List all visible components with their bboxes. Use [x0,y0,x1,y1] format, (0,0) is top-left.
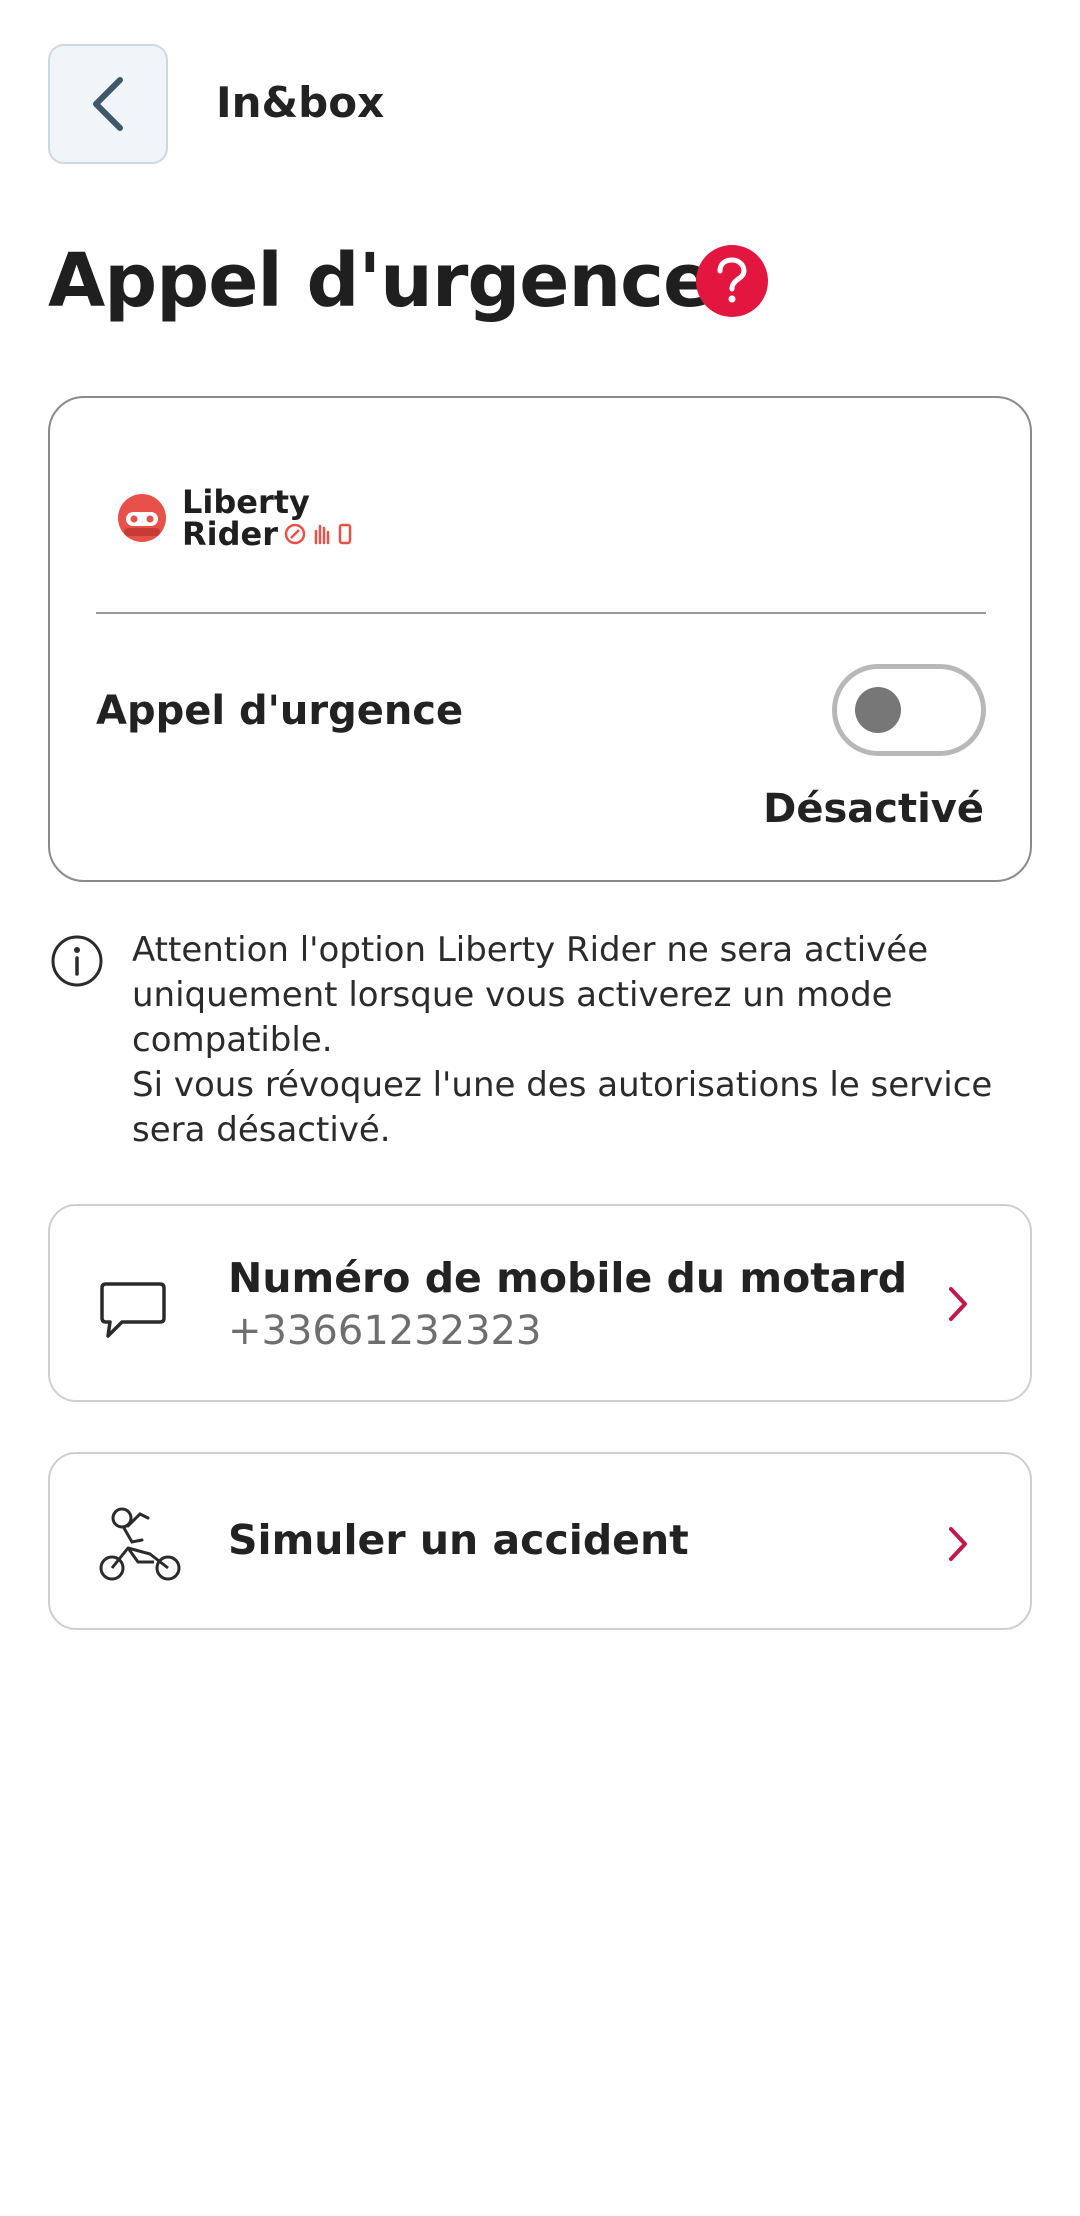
header-title: In&box [216,78,385,127]
chat-bubble-icon [100,1282,166,1338]
motorbike-crash-icon [99,1507,181,1581]
compass-icon [284,523,306,545]
toggle-knob [855,687,901,733]
logo-line2: Rider [182,515,278,553]
rider-phone-title: Numéro de mobile du motard [228,1254,908,1302]
rider-phone-item[interactable]: Numéro de mobile du motard +33661232323 [48,1204,1032,1402]
help-button[interactable] [696,245,768,317]
back-button[interactable] [48,44,168,164]
info-line: compatible. [132,1020,333,1060]
hand-icon [314,524,330,545]
phone-icon [338,523,352,545]
question-icon [717,257,747,303]
liberty-rider-logo: Liberty Rider [116,486,352,550]
toggle-status: Désactivé [763,786,984,832]
rider-phone-value: +33661232323 [228,1308,542,1354]
page-title: Appel d'urgence [48,238,713,324]
emergency-call-card: Liberty Rider Appel d'urgence Désactivé [48,396,1032,882]
info-text: Attention l'option Liberty Rider ne sera… [132,928,1032,1153]
info-line: Attention l'option Liberty Rider ne sera… [132,930,929,970]
simulate-accident-item[interactable]: Simuler un accident [48,1452,1032,1630]
screen: In&box Appel d'urgence Liberty Rider App… [0,0,1080,2216]
helmet-icon [118,494,166,542]
info-line: sera désactivé. [132,1110,391,1150]
info-line: uniquement lorsque vous activerez un mod… [132,975,893,1015]
info-line: Si vous révoquez l'une des autorisations… [132,1065,993,1105]
simulate-accident-title: Simuler un accident [228,1516,689,1564]
emergency-call-toggle[interactable] [832,664,986,756]
logo-line1: Liberty [182,483,310,521]
toggle-label: Appel d'urgence [96,688,464,734]
divider [96,612,986,614]
info-icon [51,935,103,987]
chevron-right-icon [949,1287,967,1321]
chevron-left-icon [93,77,123,131]
chevron-right-icon [949,1527,967,1561]
